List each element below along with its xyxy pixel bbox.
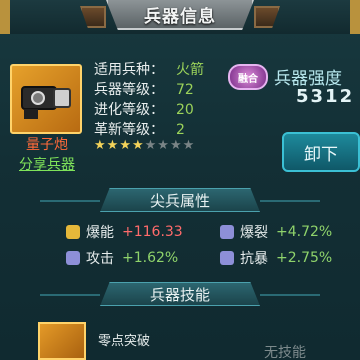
no-skill-label: 无技能 [264,345,306,360]
star-filled-icon: ★ [119,138,132,153]
stat-row-weapon-level: 兵器等级： 72 [94,82,194,98]
stat-row-troop-type: 适用兵种： 火箭 [94,62,204,78]
skills-section-header: 兵器技能 [0,282,360,306]
stat-row-evolution-level: 进化等级： 20 [94,102,194,118]
star-filled-icon: ★ [106,138,120,153]
weapon-icon-frame[interactable] [10,64,82,134]
title-bar: 兵器信息 [0,0,360,34]
corner-decoration-right [350,0,360,34]
cannon-icon [21,86,71,119]
crit-icon [220,225,234,239]
share-weapon-link[interactable]: 分享兵器 [6,154,88,174]
fusion-badge[interactable]: 融合 [228,64,268,90]
stat-row-reform-level: 革新等级： 2 [94,122,185,138]
star-empty-icon: ★ [169,138,183,153]
attribute-burst: 爆能 +116.33 [66,222,183,242]
divider-line-left [40,200,100,202]
divider-line-right [260,294,320,296]
unequip-button[interactable]: 卸下 [282,132,360,172]
star-empty-icon: ★ [157,138,170,153]
weapon-info-panel: 兵器信息 量子炮 分享兵器 适用兵种： 火箭 兵器等级： 72 进化等级： 20… [0,0,360,360]
title-ornament-right [254,6,280,28]
resist-icon [220,251,234,265]
page-title: 兵器信息 [144,6,216,27]
star-empty-icon: ★ [144,138,158,153]
divider-line-right [260,200,320,202]
burst-icon [66,225,80,239]
attack-icon [66,251,80,265]
attribute-crit: 爆裂 +4.72% [220,222,332,242]
attribute-resist: 抗暴 +2.75% [220,248,332,268]
star-empty-icon: ★ [182,138,196,153]
title-plate: 兵器信息 [106,0,254,30]
title-ornament-left [80,6,106,28]
skill-name: 零点突破 [98,334,151,349]
star-rating: ★★★★★★★★ [94,138,195,153]
weapon-name: 量子炮 [26,137,68,153]
star-filled-icon: ★ [94,138,107,153]
skill-icon[interactable] [38,322,86,360]
divider-line-left [40,294,100,296]
attributes-section-header: 尖兵属性 [0,188,360,212]
corner-decoration-left [0,0,10,34]
skills-section-title: 兵器技能 [100,282,260,306]
power-value: 5312 [296,86,355,107]
weapon-stats: 适用兵种： 火箭 兵器等级： 72 进化等级： 20 革新等级： 2 [94,60,204,140]
attribute-attack: 攻击 +1.62% [66,248,178,268]
attributes-section-title: 尖兵属性 [100,188,260,212]
star-filled-icon: ★ [131,138,145,153]
